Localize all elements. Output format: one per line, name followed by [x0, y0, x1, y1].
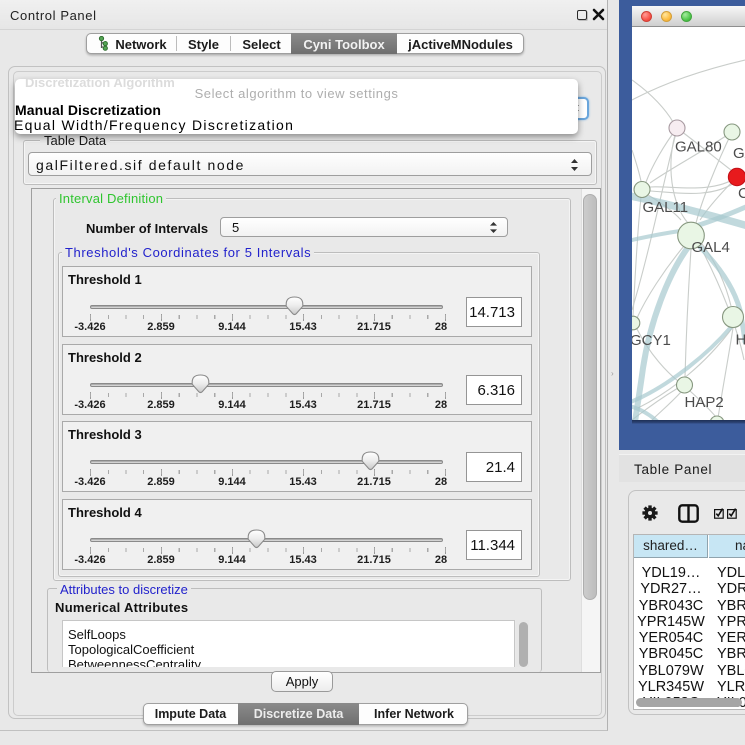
svg-text:C: C	[738, 185, 745, 202]
svg-text:H: H	[736, 332, 745, 349]
svg-text:GAL80: GAL80	[675, 139, 722, 156]
svg-text:HAP2: HAP2	[685, 394, 724, 411]
svg-text:GAL4: GAL4	[692, 239, 730, 256]
svg-text:GCY1: GCY1	[632, 332, 671, 349]
svg-text:GA: GA	[733, 145, 745, 162]
svg-text:GAL11: GAL11	[643, 199, 689, 216]
